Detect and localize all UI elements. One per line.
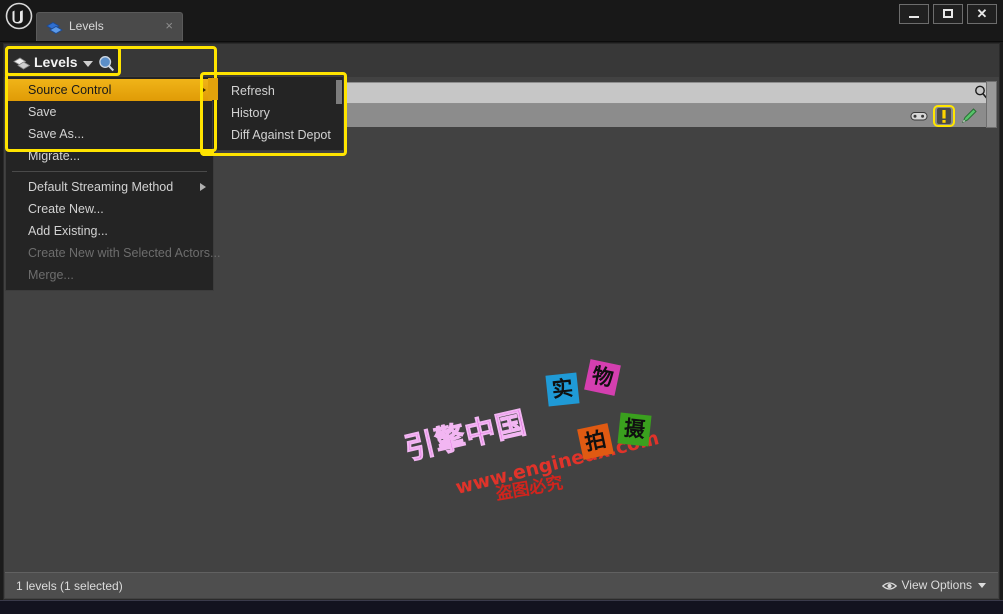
menu-item-label: Add Existing... [28,224,108,238]
window-controls: ✕ [899,4,997,24]
highlight-connector [208,78,218,100]
levels-icon [13,55,31,71]
gamepad-icon[interactable] [910,107,928,125]
unreal-editor-levels-window: Levels × ✕ 引擎中国 www.enginedx.com 盗图必究 实 … [0,0,1003,614]
list-scrollbar[interactable] [986,81,997,128]
watermark-chip: 摄 [617,412,652,447]
watermark-title: 引擎中国 [401,405,531,468]
warning-exclamation-icon[interactable] [935,107,953,125]
chevron-down-icon [978,582,986,588]
unreal-engine-logo-icon [4,2,34,32]
view-options-button[interactable]: View Options [881,578,986,592]
tab-label: Levels [69,19,104,33]
menu-item-save[interactable]: Save [6,101,213,123]
os-taskbar-strip [0,600,1003,614]
levels-dropdown-button[interactable]: Levels [5,46,121,76]
levels-toolbar [4,44,999,77]
chevron-right-icon [200,86,206,94]
menu-item-create-new-with-selected-actors: Create New with Selected Actors... [6,242,220,264]
menu-item-label: Diff Against Depot [231,128,331,142]
submenu-scrollbar[interactable] [336,80,342,104]
minimize-button[interactable] [899,4,929,24]
maximize-button[interactable] [933,4,963,24]
menu-item-migrate[interactable]: Migrate... [6,145,213,167]
levels-icon [46,19,63,35]
menu-item-add-existing[interactable]: Add Existing... [6,220,213,242]
menu-item-create-new[interactable]: Create New... [6,198,213,220]
source-control-submenu: Refresh History Diff Against Depot [212,76,344,151]
watermark-chip: 实 [545,372,580,407]
watermark-overlay: 引擎中国 www.enginedx.com 盗图必究 实 物 拍 摄 [395,356,675,505]
menu-item-default-streaming-method[interactable]: Default Streaming Method [6,176,213,198]
chevron-down-icon [83,61,93,67]
menu-item-label: Migrate... [28,149,81,163]
help-search-icon[interactable] [98,55,115,72]
watermark-note: 盗图必究 [494,473,565,505]
close-icon: ✕ [976,6,988,21]
menu-item-label: Save As... [28,127,85,141]
menu-item-merge: Merge... [6,264,213,286]
eye-icon [881,580,897,590]
menu-item-label: Create New... [28,202,104,216]
menu-item-source-control[interactable]: Source Control [6,79,213,101]
row-icon-group [910,106,978,125]
window-titlebar: Levels × ✕ [0,0,1003,42]
close-icon[interactable]: × [165,18,173,34]
close-button[interactable]: ✕ [967,4,997,24]
watermark-chip: 物 [584,359,621,396]
menu-item-refresh[interactable]: Refresh [213,80,343,102]
watermark-url: www.enginedx.com [453,427,662,499]
menu-item-save-as[interactable]: Save As... [6,123,213,145]
tab-strip: Levels × [36,12,183,41]
menu-separator [12,171,207,172]
menu-item-label: Refresh [231,84,275,98]
menu-item-label: Source Control [28,83,112,97]
chevron-right-icon [200,183,206,191]
menu-item-label: Default Streaming Method [28,180,174,194]
tab-levels[interactable]: Levels × [36,12,183,41]
pencil-edit-icon[interactable] [960,107,978,125]
menu-item-label: History [231,106,270,120]
minimize-icon [909,16,919,18]
maximize-icon [943,9,953,18]
levels-context-menu: Source Control Save Save As... Migrate..… [5,76,220,291]
menu-item-label: Create New with Selected Actors... [28,246,221,260]
menu-item-label: Save [28,105,57,119]
menu-item-history[interactable]: History [213,102,343,124]
page-title: Levels [34,54,78,70]
status-bar: 1 levels (1 selected) View Options [5,572,998,598]
menu-item-label: Merge... [28,268,74,282]
menu-item-diff-against-depot[interactable]: Diff Against Depot [213,124,343,146]
view-options-label: View Options [901,578,972,592]
status-text: 1 levels (1 selected) [16,579,123,593]
highlight-connector [203,149,214,156]
watermark-chip: 拍 [577,423,614,460]
